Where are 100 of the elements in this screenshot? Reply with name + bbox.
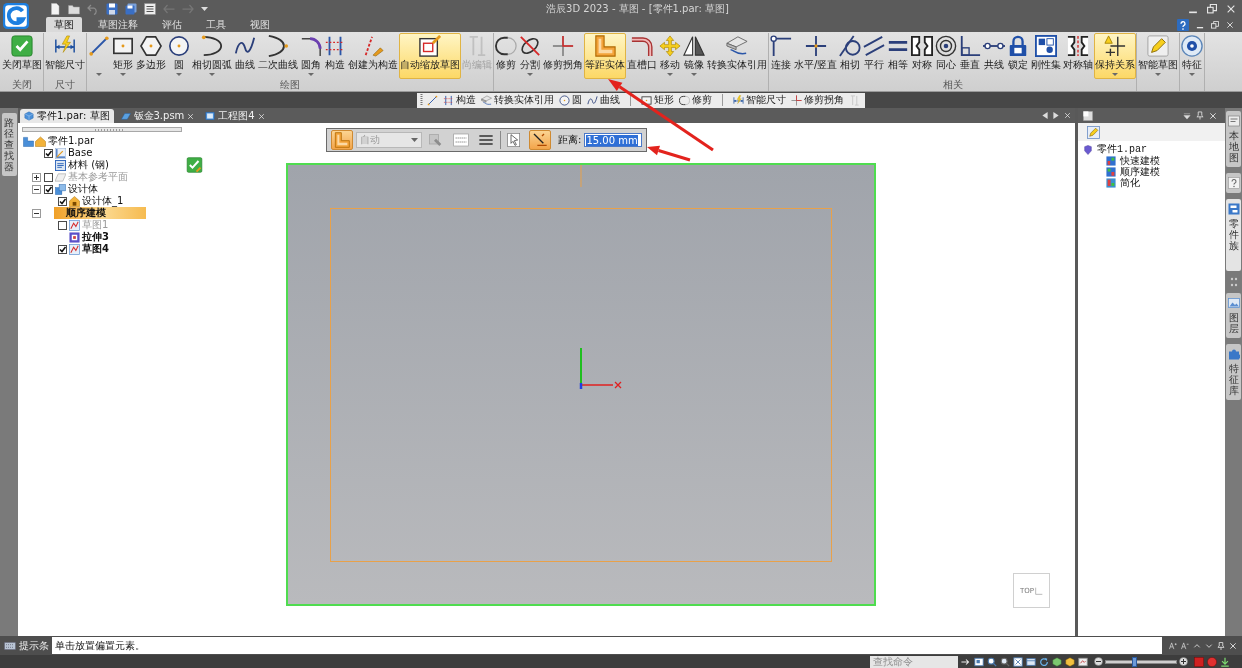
rotate-icon[interactable] [1039,656,1049,667]
check-icon[interactable] [186,157,203,173]
ribbon-button[interactable]: 创建为构造 [347,33,399,79]
side-tab[interactable]: 图层 [1226,293,1241,338]
ribbon-button[interactable]: 特征 [1180,33,1205,79]
zoom-slider-track[interactable] [1105,659,1177,664]
expand-icon[interactable] [31,172,41,182]
ribbon-button[interactable]: 共线 [982,33,1007,79]
download-icon[interactable] [1220,656,1230,667]
restore-icon[interactable] [1211,20,1219,29]
arrow-icon[interactable] [961,656,971,667]
toolbar-button[interactable]: 矩形 [640,93,675,107]
ribbon-button[interactable]: 多边形 [135,33,167,79]
toolbar-button[interactable] [529,130,551,150]
tree-item[interactable]: 零件1.par [1097,144,1147,155]
ribbon-button[interactable]: 相切 [838,33,863,79]
ribbon-tab[interactable]: 视图 [242,17,278,32]
toolbar-button[interactable]: 曲线 [586,93,621,107]
ribbon-button[interactable]: 智能草图 [1137,33,1180,79]
checkbox[interactable] [57,196,67,206]
side-tab[interactable]: 本地图 [1226,111,1241,167]
ribbon-button[interactable]: 自动缩放草图 [399,33,461,79]
ribbon-button[interactable]: 平行 [862,33,887,79]
tree-item[interactable]: 材料 (钢) [66,159,111,171]
ribbon-button[interactable]: 锁定 [1006,33,1031,79]
checkbox[interactable] [57,244,67,254]
new-document-icon[interactable] [49,2,61,15]
document-tab[interactable]: 工程图4 [201,109,269,123]
ribbon-button[interactable]: 相等 [886,33,911,79]
ribbon-button[interactable]: 二次曲线 [257,33,299,79]
display-icon[interactable] [1078,656,1088,667]
list-icon[interactable] [144,2,156,15]
ribbon-tab[interactable]: 草图注释 [90,17,146,32]
side-tab[interactable]: 路径查找器 [1,113,17,176]
chevron-up-icon[interactable] [1193,641,1201,650]
zoom-slider-thumb[interactable] [1132,656,1137,667]
toolbar-button[interactable]: 转换实体引用 [480,93,555,107]
ribbon-button[interactable]: 垂直 [958,33,983,79]
collapse-icon[interactable] [31,184,41,194]
shrink-icon[interactable] [1181,641,1189,650]
side-tab[interactable]: 零件族 [1226,199,1241,271]
collapse-icon[interactable] [31,208,41,218]
tree-item[interactable]: 设计体 [66,183,100,195]
tree-item[interactable]: 快速建模 [1120,155,1160,166]
document-tab[interactable]: 钣金3.psm [116,109,199,123]
ribbon-button[interactable]: 移动 [658,33,682,79]
caret-icon[interactable] [201,6,208,11]
ribbon-tab[interactable]: 评估 [154,17,190,32]
side-tab[interactable]: 特征库 [1226,344,1241,400]
checkbox[interactable] [43,172,53,182]
toolbar-button[interactable]: 智能尺寸 [732,93,787,107]
minus-icon[interactable] [1094,657,1103,666]
ribbon-button[interactable]: 关闭草图 [1,33,43,79]
toolbar-button[interactable]: 构造 [442,93,477,107]
restore-icon[interactable] [1207,3,1217,14]
close-icon[interactable] [1226,3,1236,14]
tree-item[interactable]: 顺序建模 [54,207,146,219]
magnifier-icon[interactable] [1000,656,1010,667]
toolbar-button[interactable]: 修剪 [678,93,713,107]
close-icon[interactable] [1226,20,1234,29]
dropdown-icon[interactable] [1183,111,1191,120]
toolbar-button[interactable]: 修剪拐角 [790,93,845,107]
cube-icon[interactable] [1065,656,1075,667]
toolbar-button[interactable] [426,93,439,107]
cube-icon[interactable] [1052,656,1062,667]
close-icon[interactable] [1064,112,1071,119]
fit-icon[interactable] [1013,656,1023,667]
ribbon-button[interactable]: 圆 [167,33,191,79]
ribbon-button[interactable]: 水平/竖直 [793,33,839,79]
resize-handle[interactable] [22,127,182,132]
tree-item[interactable]: 设计体_1 [80,195,126,207]
tree-item[interactable]: 草图4 [80,243,111,255]
open-folder-icon[interactable] [68,2,80,15]
document-tab[interactable]: 零件1.par: 草图 [20,109,114,123]
close-icon[interactable] [187,112,195,120]
tree-item[interactable]: 简化 [1120,177,1140,188]
grip-icon[interactable] [1229,277,1238,287]
ribbon-button[interactable]: 对称轴 [1062,33,1095,79]
ribbon-tab[interactable]: 工具 [198,17,234,32]
close-icon[interactable] [1209,111,1217,120]
ribbon-button[interactable]: 分割 [518,33,542,79]
chevron-down-icon[interactable] [1205,641,1213,650]
ribbon-button[interactable]: 连接 [769,33,793,79]
record-icon[interactable] [1207,656,1217,667]
grip-icon[interactable] [420,94,423,106]
checkbox[interactable] [43,184,53,194]
ribbon-button[interactable]: 曲线 [233,33,257,79]
ribbon-button[interactable]: 转换实体引用 [706,33,768,79]
frame-icon[interactable] [974,656,984,667]
ribbon-button[interactable]: 智能尺寸 [44,33,86,79]
ribbon-button[interactable]: 同心 [934,33,959,79]
scroll-right-icon[interactable] [1053,112,1059,119]
tree-item[interactable]: 拉伸3 [80,231,111,243]
tree-item[interactable]: Base [66,147,95,159]
distance-field[interactable]: 15.00 mm [584,133,643,147]
ribbon-button[interactable]: 构造 [323,33,347,79]
toolbar-button[interactable]: 圆 [558,93,583,107]
save-icon[interactable] [106,2,118,15]
tree-item[interactable]: 零件1.par [46,135,97,147]
magnifier-icon[interactable] [987,656,997,667]
